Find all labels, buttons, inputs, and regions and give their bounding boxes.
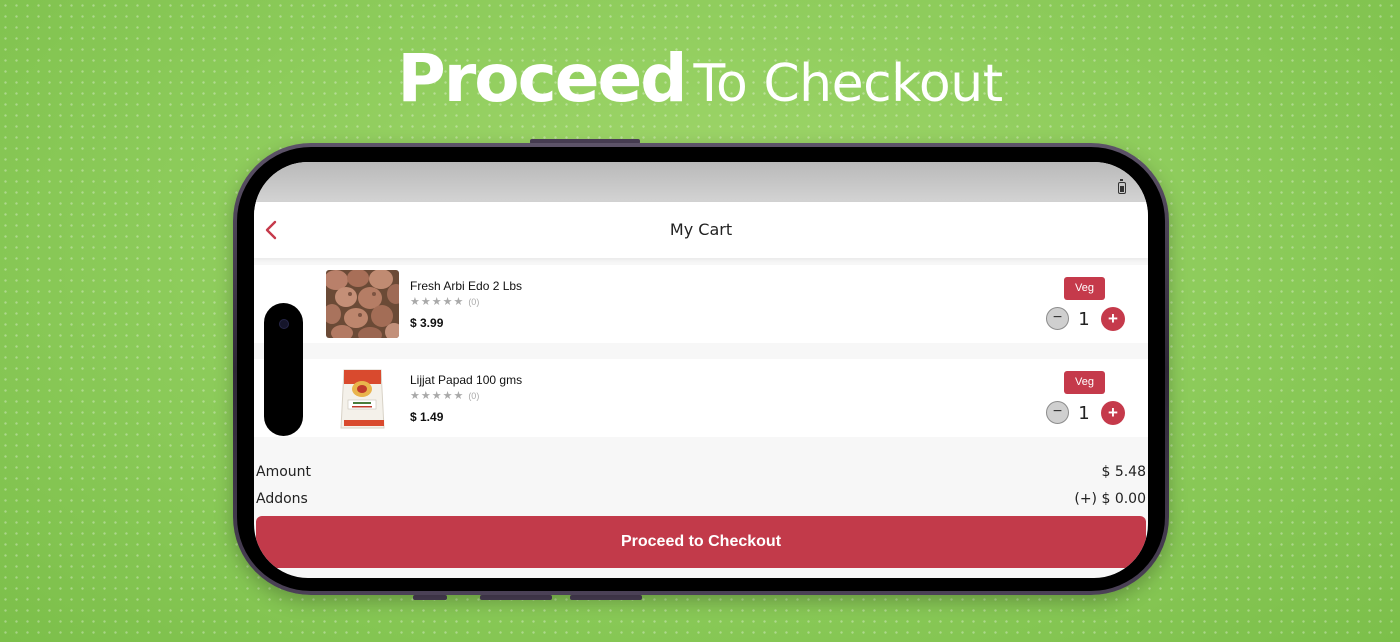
increase-quantity-button[interactable]: + [1101, 307, 1125, 331]
product-image-papad [326, 364, 399, 432]
page-title: My Cart [669, 220, 733, 239]
banner-title-light: To Checkout [693, 54, 1004, 114]
camera-icon [279, 319, 289, 329]
decrease-quantity-button[interactable]: − [1046, 307, 1069, 330]
proceed-to-checkout-button[interactable]: Proceed to Checkout [256, 516, 1146, 568]
item-name: Lijjat Papad 100 gms [410, 373, 523, 387]
status-bar [254, 162, 1148, 202]
veg-badge: Veg [1064, 371, 1105, 394]
quantity-value: 1 [1078, 309, 1090, 330]
app-screen: My Cart Fresh Arbi Edo 2 Lbs ★★★★★ (0) $… [254, 162, 1148, 578]
banner-title-bold: Proceed [397, 40, 687, 117]
item-price: $ 1.49 [410, 410, 444, 424]
product-image-arbi [326, 270, 399, 338]
star-icons: ★★★★★ [410, 390, 465, 402]
amount-label: Amount [256, 464, 312, 480]
banner-headline: Proceed To Checkout [0, 40, 1400, 117]
addons-value: (+) $ 0.00 [1074, 491, 1146, 507]
star-icons: ★★★★★ [410, 296, 465, 308]
app-header: My Cart [254, 202, 1148, 258]
rating-count: (0) [468, 297, 480, 307]
phone-volume-button [570, 595, 642, 600]
item-price: $ 3.99 [410, 316, 444, 330]
veg-badge: Veg [1064, 277, 1105, 300]
amount-row: Amount $ 5.48 [256, 464, 1146, 484]
dynamic-island [264, 303, 303, 436]
quantity-value: 1 [1078, 403, 1090, 424]
decrease-quantity-button[interactable]: − [1046, 401, 1069, 424]
rating-count: (0) [468, 391, 480, 401]
battery-icon [1118, 179, 1126, 194]
phone-volume-button [480, 595, 552, 600]
rating-stars: ★★★★★ (0) [410, 295, 479, 308]
amount-value: $ 5.48 [1101, 464, 1146, 480]
cart-item[interactable]: Fresh Arbi Edo 2 Lbs ★★★★★ (0) $ 3.99 Veg… [254, 265, 1148, 343]
addons-row: Addons (+) $ 0.00 [256, 491, 1146, 511]
item-name: Fresh Arbi Edo 2 Lbs [410, 279, 523, 293]
rating-stars: ★★★★★ (0) [410, 389, 479, 402]
increase-quantity-button[interactable]: + [1101, 401, 1125, 425]
cart-item[interactable]: Lijjat Papad 100 gms ★★★★★ (0) $ 1.49 Veg… [254, 359, 1148, 437]
addons-label: Addons [256, 491, 308, 507]
phone-volume-button [413, 595, 447, 600]
